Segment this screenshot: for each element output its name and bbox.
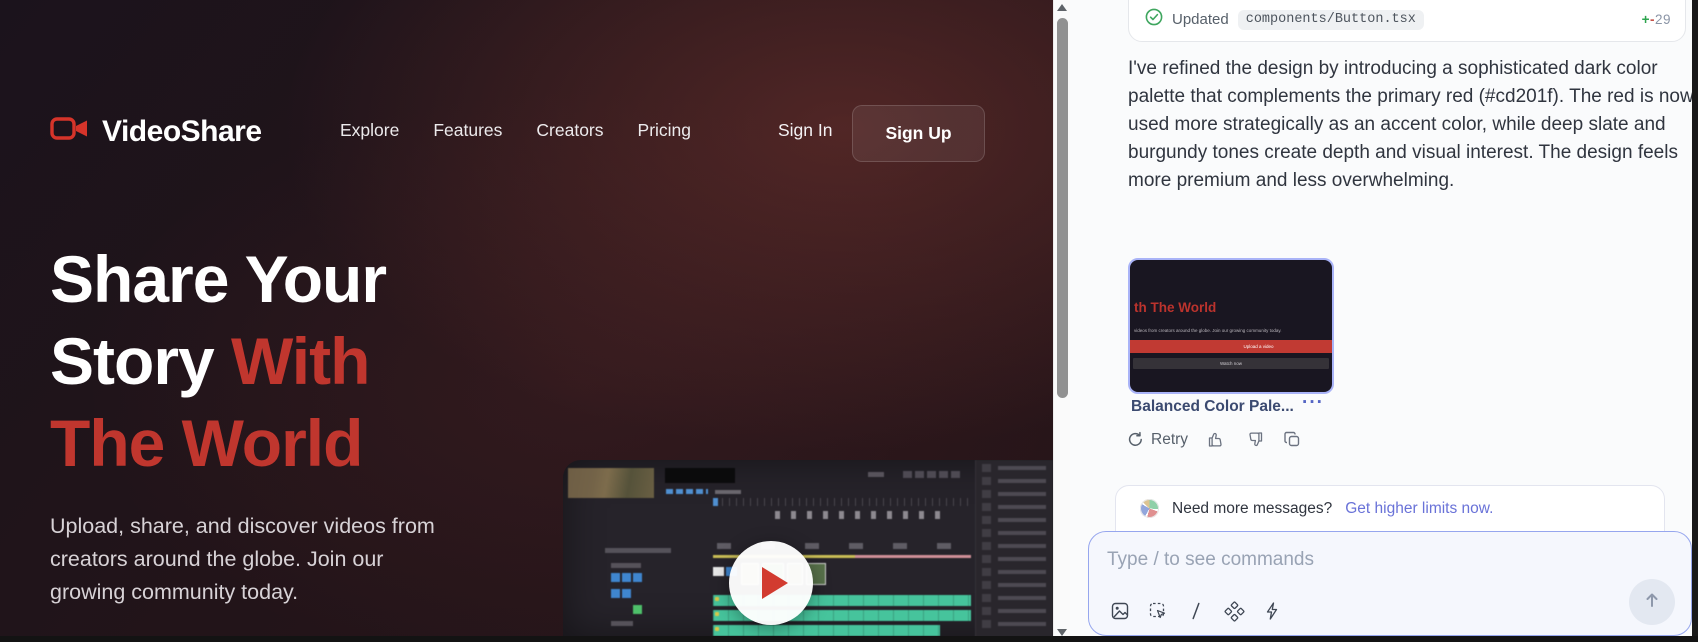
hero-subtitle: Upload, share, and discover videos from …	[50, 510, 450, 609]
artifact-title[interactable]: Balanced Color Pale...	[1131, 398, 1309, 416]
mini-primary-button: Upload a video	[1130, 340, 1332, 353]
site-header: VideoShare Explore Features Creators Pri…	[0, 100, 1053, 164]
artifact-thumbnail: th The World videos from creators around…	[1130, 260, 1332, 392]
editor-timecode	[666, 489, 708, 494]
brand-name: VideoShare	[102, 115, 262, 149]
editor-label-dash	[715, 490, 741, 494]
app-window: VideoShare Explore Features Creators Pri…	[0, 0, 1698, 642]
arrow-up-icon	[1642, 590, 1662, 615]
hero-heading: Share Your Story With The World	[50, 238, 386, 484]
diff-counts: +-29	[1642, 12, 1671, 27]
attach-image-icon[interactable]	[1109, 600, 1131, 622]
artifact-more-menu[interactable]: ···	[1302, 392, 1324, 414]
limits-text: Need more messages?	[1172, 500, 1332, 518]
hero-accent-word: With	[231, 324, 369, 398]
retry-button[interactable]: Retry	[1127, 431, 1188, 449]
artifact-preview-card[interactable]: th The World videos from creators around…	[1128, 258, 1334, 394]
editor-track-controls	[611, 563, 671, 633]
play-button[interactable]	[729, 541, 813, 625]
site-preview-panel: VideoShare Explore Features Creators Pri…	[0, 0, 1053, 642]
thumbs-down-icon	[1245, 430, 1264, 449]
editor-playhead	[713, 498, 718, 506]
updated-file-chip[interactable]: components/Button.tsx	[1238, 10, 1424, 30]
scrollbar-thumb[interactable]	[1057, 18, 1068, 398]
site-nav: Explore Features Creators Pricing	[340, 120, 691, 141]
file-update-card[interactable]: Updated components/Button.tsx +-29	[1128, 0, 1686, 42]
hero-line-2: Story With	[50, 320, 386, 402]
copy-button[interactable]	[1283, 430, 1302, 449]
scroll-down-arrow-icon[interactable]	[1057, 629, 1067, 636]
chat-panel: Updated components/Button.tsx +-29 I've …	[1070, 0, 1692, 642]
send-button[interactable]	[1629, 579, 1675, 625]
copy-icon	[1283, 430, 1302, 449]
refresh-icon	[1127, 431, 1144, 448]
message-actions: Retry	[1127, 430, 1302, 449]
nav-link-explore[interactable]: Explore	[340, 120, 399, 141]
timeline-block-white	[713, 567, 724, 576]
upgrade-link[interactable]: Get higher limits now.	[1345, 500, 1493, 518]
hero-line-3: The World	[50, 402, 386, 484]
integrations-icon[interactable]	[1223, 600, 1245, 622]
project-panel-thumbs	[982, 464, 991, 632]
editor-mini-ruler	[715, 498, 970, 506]
assistant-message: I've refined the design by introducing a…	[1128, 55, 1696, 195]
window-edge-strip	[1692, 0, 1698, 642]
editor-ui-decoration	[563, 460, 1053, 637]
mini-hero-text: th The World	[1134, 300, 1216, 315]
timeline-workbar-pink	[855, 555, 971, 558]
editor-topright-timecode	[903, 471, 961, 478]
composer-input[interactable]	[1107, 544, 1647, 576]
check-circle-icon	[1145, 8, 1163, 31]
select-element-icon[interactable]	[1147, 600, 1169, 622]
slash-command-icon[interactable]	[1185, 600, 1207, 622]
retry-label: Retry	[1151, 431, 1188, 449]
editor-topright-dash	[868, 472, 884, 477]
nav-link-creators[interactable]: Creators	[536, 120, 603, 141]
brand-logo[interactable]: VideoShare	[50, 114, 262, 149]
usage-limits-row: Need more messages? Get higher limits no…	[1116, 486, 1664, 518]
editor-sequence-name	[605, 548, 671, 553]
sign-in-link[interactable]: Sign In	[778, 120, 832, 141]
thumbs-up-icon	[1207, 430, 1226, 449]
editor-program-monitor	[665, 468, 735, 483]
thumbs-down-button[interactable]	[1245, 430, 1264, 449]
video-editor-screenshot	[563, 460, 1053, 637]
usage-pie-icon	[1140, 499, 1159, 518]
project-panel-labels	[998, 466, 1046, 632]
play-icon	[762, 567, 788, 599]
taskbar-edge	[0, 636, 1698, 642]
editor-project-panel	[975, 460, 1053, 637]
hero-line-1: Share Your	[50, 238, 386, 320]
lightning-icon[interactable]	[1261, 600, 1283, 622]
mini-subtext: videos from creators around the globe. J…	[1134, 328, 1330, 333]
editor-source-monitor	[568, 468, 654, 498]
editor-transport-controls	[775, 511, 947, 519]
mini-secondary-button: Watch now	[1133, 358, 1329, 369]
sign-up-button[interactable]: Sign Up	[852, 105, 985, 162]
composer-toolbar	[1109, 600, 1283, 622]
vertical-scrollbar[interactable]	[1053, 0, 1070, 642]
message-composer[interactable]	[1088, 531, 1692, 636]
update-label: Updated	[1172, 11, 1229, 28]
nav-link-pricing[interactable]: Pricing	[638, 120, 692, 141]
scroll-up-arrow-icon[interactable]	[1057, 4, 1067, 11]
video-camera-icon	[50, 114, 90, 149]
thumbs-up-button[interactable]	[1207, 430, 1226, 449]
nav-link-features[interactable]: Features	[433, 120, 502, 141]
file-update-row: Updated components/Button.tsx +-29	[1145, 8, 1671, 31]
